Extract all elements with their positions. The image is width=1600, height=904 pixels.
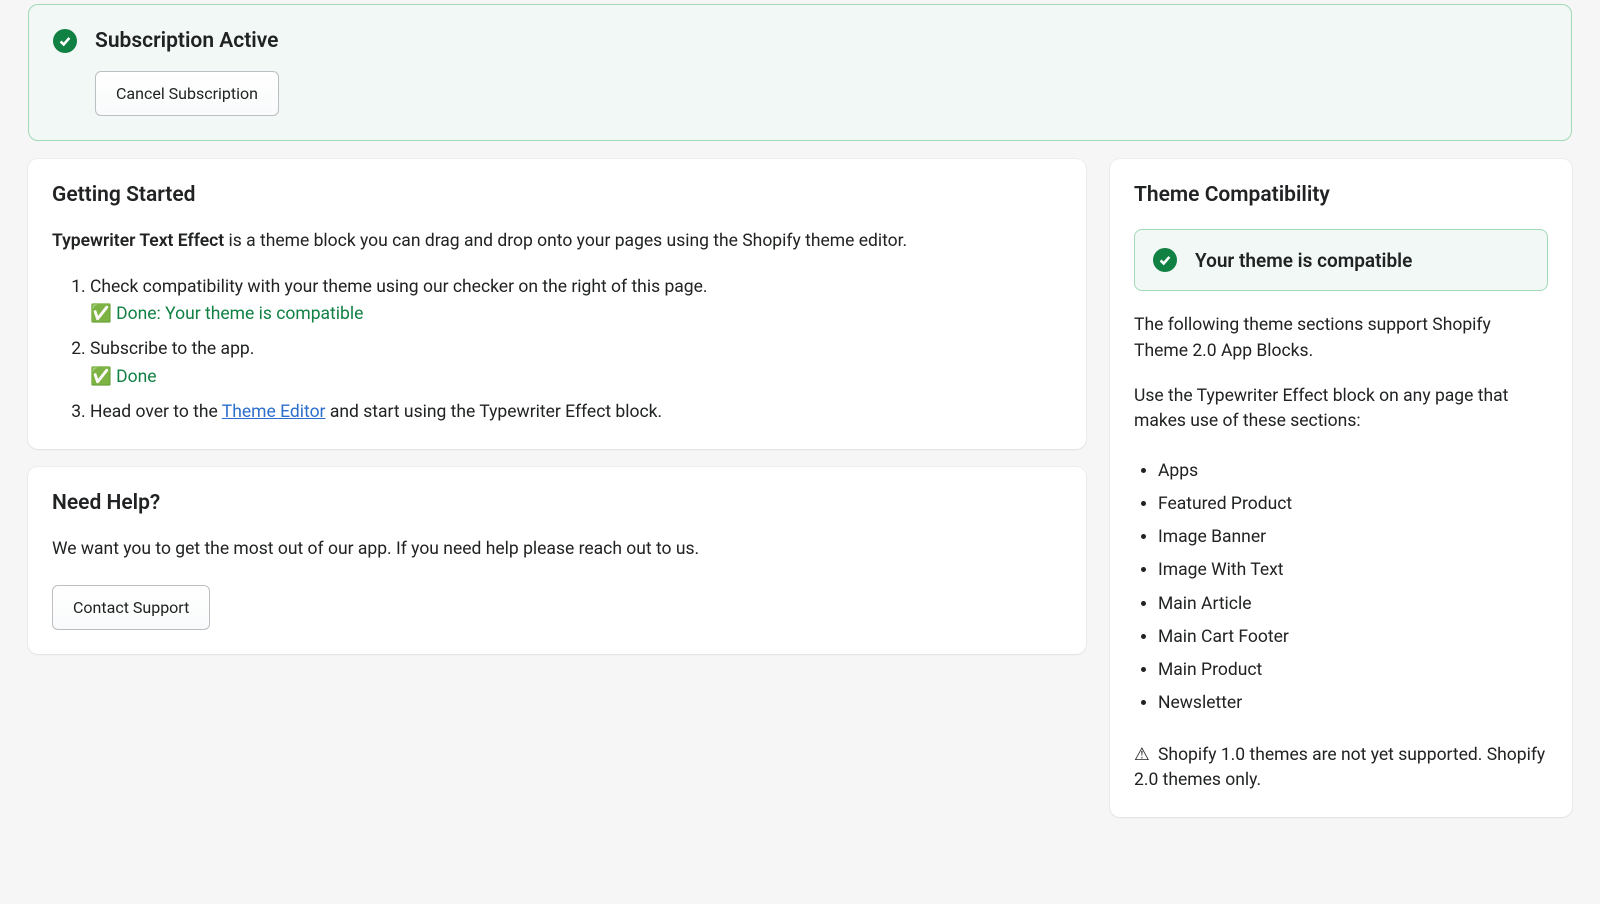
list-item: Main Article xyxy=(1158,588,1548,621)
contact-support-button[interactable]: Contact Support xyxy=(52,585,210,630)
need-help-card: Need Help? We want you to get the most o… xyxy=(28,467,1086,654)
step-2-done: Done xyxy=(90,365,1062,390)
list-item: Featured Product xyxy=(1158,488,1548,521)
step-3-before: Head over to the xyxy=(90,402,222,422)
theme-sections-list: Apps Featured Product Image Banner Image… xyxy=(1134,455,1548,721)
list-item: Apps xyxy=(1158,455,1548,488)
subscription-banner: Subscription Active Cancel Subscription xyxy=(28,4,1572,141)
theme-compatible-banner: Your theme is compatible xyxy=(1134,229,1548,291)
theme-compat-para2: Use the Typewriter Effect block on any p… xyxy=(1134,384,1548,435)
theme-compatibility-card: Theme Compatibility Your theme is compat… xyxy=(1110,159,1572,817)
step-3-after: and start using the Typewriter Effect bl… xyxy=(325,402,662,422)
theme-compatible-banner-title: Your theme is compatible xyxy=(1195,249,1412,272)
subscription-banner-title: Subscription Active xyxy=(95,29,278,53)
step-3: Head over to the Theme Editor and start … xyxy=(90,400,1062,425)
check-circle-icon xyxy=(53,29,77,53)
need-help-body: We want you to get the most out of our a… xyxy=(52,537,1062,562)
list-item: Image Banner xyxy=(1158,521,1548,554)
step-1-text: Check compatibility with your theme usin… xyxy=(90,277,708,297)
theme-compatibility-title: Theme Compatibility xyxy=(1134,183,1548,207)
list-item: Main Product xyxy=(1158,654,1548,687)
step-1-done: Done: Your theme is compatible xyxy=(90,302,1062,327)
step-2-text: Subscribe to the app. xyxy=(90,339,254,359)
check-circle-icon xyxy=(1153,248,1177,272)
getting-started-card: Getting Started Typewriter Text Effect i… xyxy=(28,159,1086,449)
list-item: Image With Text xyxy=(1158,554,1548,587)
getting-started-intro-strong: Typewriter Text Effect xyxy=(52,231,224,251)
getting-started-title: Getting Started xyxy=(52,183,1062,207)
list-item: Main Cart Footer xyxy=(1158,621,1548,654)
theme-compat-warning: ⚠ Shopify 1.0 themes are not yet support… xyxy=(1134,743,1548,794)
theme-compat-warning-text: Shopify 1.0 themes are not yet supported… xyxy=(1134,745,1545,790)
need-help-title: Need Help? xyxy=(52,491,1062,515)
getting-started-intro-rest: is a theme block you can drag and drop o… xyxy=(224,231,907,251)
getting-started-intro: Typewriter Text Effect is a theme block … xyxy=(52,229,1062,254)
step-1: Check compatibility with your theme usin… xyxy=(90,275,1062,328)
cancel-subscription-button[interactable]: Cancel Subscription xyxy=(95,71,279,116)
list-item: Newsletter xyxy=(1158,687,1548,720)
theme-compat-para1: The following theme sections support Sho… xyxy=(1134,313,1548,364)
theme-editor-link[interactable]: Theme Editor xyxy=(222,402,326,422)
getting-started-steps: Check compatibility with your theme usin… xyxy=(52,275,1062,426)
step-2: Subscribe to the app. Done xyxy=(90,337,1062,390)
warning-icon: ⚠ xyxy=(1134,743,1150,768)
